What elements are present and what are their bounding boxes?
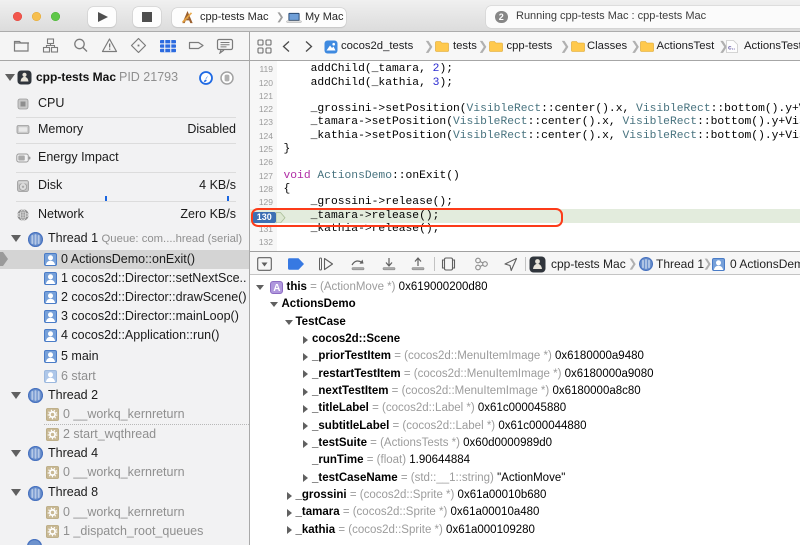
- svg-text:c..: c..: [728, 45, 735, 52]
- svg-text:A: A: [273, 283, 280, 294]
